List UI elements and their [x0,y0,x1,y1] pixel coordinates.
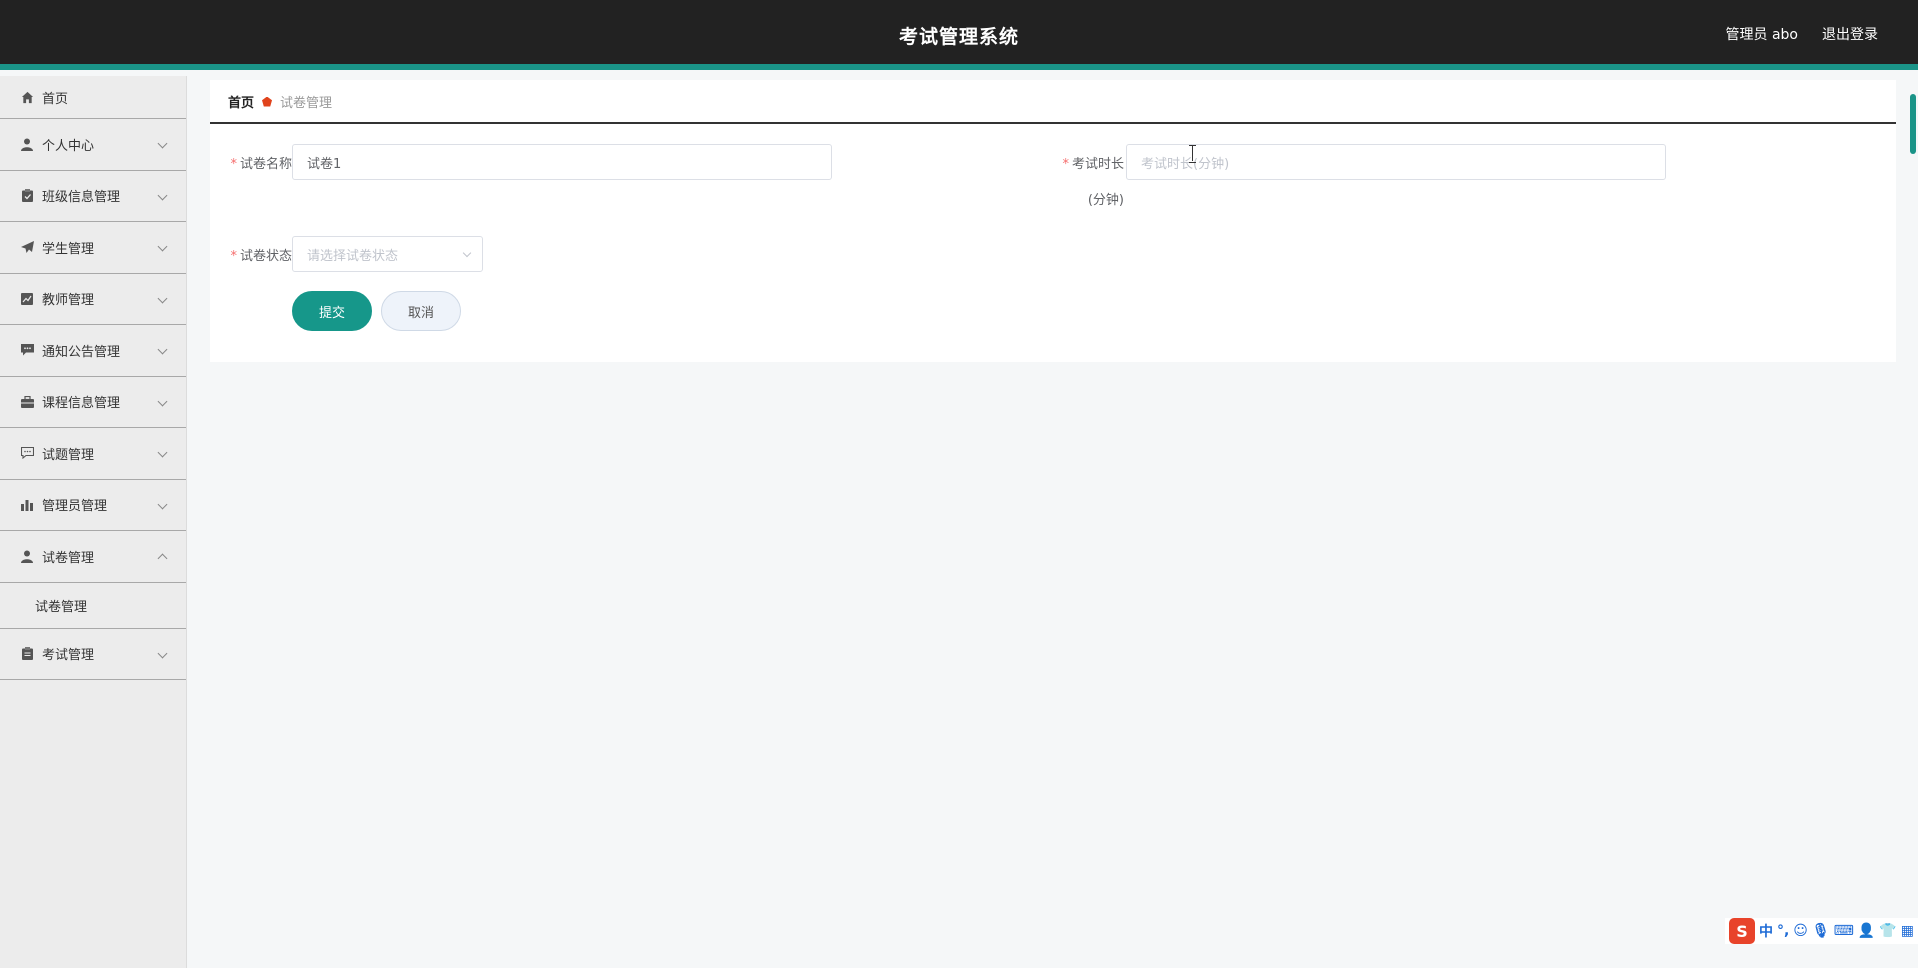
breadcrumb-marker-icon [262,96,273,107]
paper-plane-icon [20,240,34,254]
paper-status-label-text: 试卷状态 [239,249,292,264]
sidebar-item-notices[interactable]: 通知公告管理 [0,325,186,377]
message-icon [20,343,34,357]
sidebar-item-profile[interactable]: 个人中心 [0,119,186,171]
keyboard-icon[interactable]: ⌨ [1834,923,1854,939]
sidebar-item-label: 通知公告管理 [42,344,121,360]
briefcase-icon [20,395,34,409]
scrollbar-thumb[interactable] [1910,94,1916,154]
sidebar-subitem-paper-management[interactable]: 试卷管理 [0,583,186,629]
paper-status-placeholder: 请选择试卷状态 [307,248,399,264]
paper-status-select[interactable]: 请选择试卷状态 [292,236,483,272]
duration-label-text: 考试时长 [1071,157,1124,172]
sidebar-item-label: 考试管理 [42,648,95,664]
punctuation-icon[interactable]: °, [1777,923,1789,939]
duration-label: * 考试时长 [1040,153,1124,172]
submit-button[interactable]: 提交 [292,291,372,331]
skin-icon[interactable]: 👕 [1879,923,1896,939]
page-scrollbar[interactable] [1908,94,1918,154]
bar-chart-icon [20,498,34,512]
account-icon[interactable]: 👤 [1858,923,1875,939]
user-icon [20,549,34,563]
form-panel: 首页 试卷管理 * 试卷名称 试卷1 * 考试时长 (分钟) 考试时长(分钟) * 试… [210,80,1896,362]
text-cursor-icon [1189,145,1196,163]
sidebar-item-label: 首页 [42,91,69,107]
sidebar-item-teachers[interactable]: 教师管理 [0,274,186,325]
chevron-down-icon [157,293,168,304]
chevron-down-icon [157,190,168,201]
chevron-down-icon [157,344,168,355]
sidebar: 首页 个人中心 班级信息管理 学生管理 教师管理 通知公告管理 课程信息管理 试… [0,76,187,968]
chevron-down-icon [157,138,168,149]
sidebar-item-label: 班级信息管理 [42,190,121,206]
chevron-down-icon [462,248,472,258]
sidebar-item-courses[interactable]: 课程信息管理 [0,377,186,428]
microphone-icon[interactable]: 🎙 [1812,923,1830,939]
clipboard-icon [20,647,34,661]
top-header: 考试管理系统 管理员 abo 退出登录 [0,0,1918,70]
breadcrumb-home[interactable]: 首页 [228,92,254,111]
sidebar-item-label: 试卷管理 [42,550,95,566]
sidebar-item-students[interactable]: 学生管理 [0,222,186,274]
breadcrumb-divider [210,122,1896,124]
paper-status-label: * 试卷状态 [220,245,292,264]
sidebar-item-class-info[interactable]: 班级信息管理 [0,171,186,222]
duration-input[interactable]: 考试时长(分钟) [1126,144,1666,180]
paper-name-label: * 试卷名称 [220,153,292,172]
paper-name-label-text: 试卷名称 [239,157,292,172]
ime-toolbar[interactable]: S 中 °, ☺ 🎙 ⌨ 👤 👕 ▦ [1724,918,1918,944]
required-mark: * [230,157,237,172]
current-user: 管理员 abo [1725,27,1798,43]
chevron-down-icon [157,241,168,252]
breadcrumb: 首页 试卷管理 [228,92,332,111]
home-icon [20,90,34,104]
chevron-down-icon [157,447,168,458]
breadcrumb-current: 试卷管理 [280,96,333,111]
cancel-button[interactable]: 取消 [381,291,461,331]
paper-name-input[interactable]: 试卷1 [292,144,832,180]
sidebar-item-label: 学生管理 [42,241,95,257]
sidebar-item-papers[interactable]: 试卷管理 [0,531,186,583]
sidebar-item-label: 个人中心 [42,138,95,154]
required-mark: * [1062,157,1069,172]
grid-menu-icon[interactable]: ▦ [1901,923,1914,939]
clipboard-icon [20,189,34,203]
sidebar-item-label: 教师管理 [42,293,95,309]
sidebar-item-home[interactable]: 首页 [0,76,186,119]
chart-line-icon [20,292,34,306]
comment-icon [20,446,34,460]
chevron-up-icon [157,553,168,564]
duration-label-unit: (分钟) [1087,193,1124,208]
chevron-down-icon [157,648,168,659]
sidebar-item-questions[interactable]: 试题管理 [0,428,186,480]
sidebar-item-label: 管理员管理 [42,499,108,515]
sidebar-item-admins[interactable]: 管理员管理 [0,480,186,531]
app-title: 考试管理系统 [898,26,1019,48]
chevron-down-icon [157,499,168,510]
sidebar-item-label: 课程信息管理 [42,396,121,412]
sogou-logo-icon[interactable]: S [1728,918,1755,944]
user-icon [20,137,34,151]
sidebar-item-label: 试题管理 [42,447,95,463]
chevron-down-icon [157,396,168,407]
required-mark: * [230,249,237,264]
logout-link[interactable]: 退出登录 [1822,24,1878,44]
sidebar-item-exams[interactable]: 考试管理 [0,629,186,680]
emoji-icon[interactable]: ☺ [1793,923,1808,939]
ime-mode-label[interactable]: 中 [1759,921,1773,941]
